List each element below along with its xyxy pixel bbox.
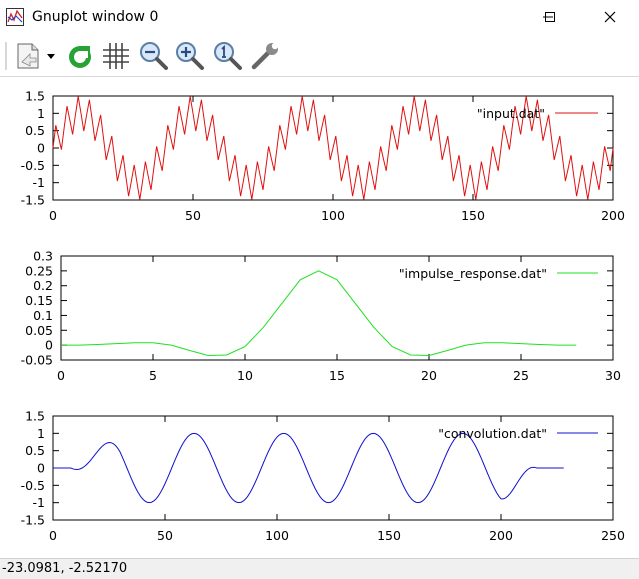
dropdown-icon[interactable] xyxy=(44,40,58,72)
y-tick-label: 0.2 xyxy=(33,278,53,293)
cursor-coordinates: -23.0981, -2.52170 xyxy=(2,561,128,576)
zoom-in-icon[interactable] xyxy=(173,40,205,72)
y-tick-label: -1.5 xyxy=(21,513,45,528)
y-tick-label: -1 xyxy=(33,495,45,510)
copy-clipboard-icon[interactable] xyxy=(12,40,44,72)
y-tick-labels: 0.30.250.20.150.10.050-0.05 xyxy=(21,249,53,368)
legend-convolution-label: "convolution.dat" xyxy=(438,426,547,441)
y-tick-label: 0.05 xyxy=(25,323,53,338)
y-tick-label: 1 xyxy=(37,106,45,121)
x-tick-labels: 0 5 10 15 20 25 30 xyxy=(57,368,621,383)
y-tick-label: -0.5 xyxy=(21,478,45,493)
x-tick-label: 50 xyxy=(157,528,173,543)
y-tick-label: -1 xyxy=(33,175,45,190)
zoom-out-icon[interactable] xyxy=(137,40,169,72)
x-tick-label: 150 xyxy=(377,528,401,543)
panel-input: 1.5 1 0.5 0 -0.5 -1 -1.5 0 50 100 150 200 "input.d… xyxy=(21,89,625,224)
y-tick-label: -1.5 xyxy=(21,193,45,208)
x-tick-labels: 0 50 100 150 200 xyxy=(49,208,625,223)
close-button[interactable] xyxy=(587,0,633,34)
gnuplot-app-icon xyxy=(6,8,24,26)
x-tick-label: 0 xyxy=(57,368,65,383)
y-tick-label: 1 xyxy=(37,426,45,441)
y-tick-label: -0.5 xyxy=(21,158,45,173)
y-tick-label: 0 xyxy=(37,461,45,476)
y-tick-label: 0.15 xyxy=(25,293,53,308)
y-tick-labels: 1.5 1 0.5 0 -0.5 -1 -1.5 xyxy=(21,89,45,208)
x-tick-label: 150 xyxy=(461,208,485,223)
y-tick-label: 0.5 xyxy=(25,123,45,138)
plot-area[interactable]: 1.510.50-0.5-1-1.5 0 50 100 150 200 "input.d… xyxy=(0,77,639,557)
toolbar xyxy=(0,36,639,77)
zoom-reset-icon[interactable] xyxy=(211,40,243,72)
grid-icon[interactable] xyxy=(100,40,132,72)
x-tick-label: 0 xyxy=(49,528,57,543)
x-tick-label: 5 xyxy=(149,368,157,383)
y-tick-label: 1.5 xyxy=(25,409,45,424)
x-tick-label: 50 xyxy=(185,208,201,223)
x-tick-label: 20 xyxy=(421,368,437,383)
toolbar-grip[interactable] xyxy=(4,40,10,72)
x-tick-label: 25 xyxy=(513,368,529,383)
x-tick-label: 10 xyxy=(237,368,253,383)
x-tick-label: 30 xyxy=(605,368,621,383)
y-tick-label: 0.3 xyxy=(33,249,53,264)
x-tick-label: 200 xyxy=(601,208,625,223)
title-bar[interactable]: Gnuplot window 0 xyxy=(0,0,639,34)
legend-impulse-label: "impulse_response.dat" xyxy=(399,266,547,281)
options-wrench-icon[interactable] xyxy=(249,40,281,72)
series-impulse-line xyxy=(61,270,577,357)
maximize-icon xyxy=(545,12,555,22)
panel-impulse-response: 0.30.250.20.150.10.050-0.05 0 5 10 15 20 25 30… xyxy=(21,249,621,384)
x-tick-label: 200 xyxy=(489,528,513,543)
y-tick-label: 0 xyxy=(37,141,45,156)
replot-icon[interactable] xyxy=(64,40,96,72)
x-tick-label: 15 xyxy=(329,368,345,383)
series-convolution-line xyxy=(53,432,564,504)
y-tick-label: 0.25 xyxy=(25,263,53,278)
panel-convolution: 1.5 1 0.5 0 -0.5 -1 -1.5 0 50 100 150 200 250 "conv… xyxy=(21,409,625,544)
x-tick-label: 100 xyxy=(265,528,289,543)
y-tick-label: 0.1 xyxy=(33,308,53,323)
legend-input-label: "input.dat" xyxy=(477,106,545,121)
close-icon xyxy=(604,11,616,23)
x-tick-label: 0 xyxy=(49,208,57,223)
y-tick-label: 1.5 xyxy=(25,89,45,104)
x-tick-label: 100 xyxy=(321,208,345,223)
maximize-button[interactable] xyxy=(527,0,573,34)
window-title: Gnuplot window 0 xyxy=(32,9,159,25)
x-tick-label: 250 xyxy=(601,528,625,543)
status-bar: -23.0981, -2.52170 xyxy=(0,558,639,579)
y-tick-label: 0 xyxy=(45,338,53,353)
x-tick-labels: 0 50 100 150 200 250 xyxy=(49,528,625,543)
y-tick-labels: 1.5 1 0.5 0 -0.5 -1 -1.5 xyxy=(21,409,45,528)
y-tick-label: -0.05 xyxy=(21,353,53,368)
y-tick-label: 0.5 xyxy=(25,443,45,458)
